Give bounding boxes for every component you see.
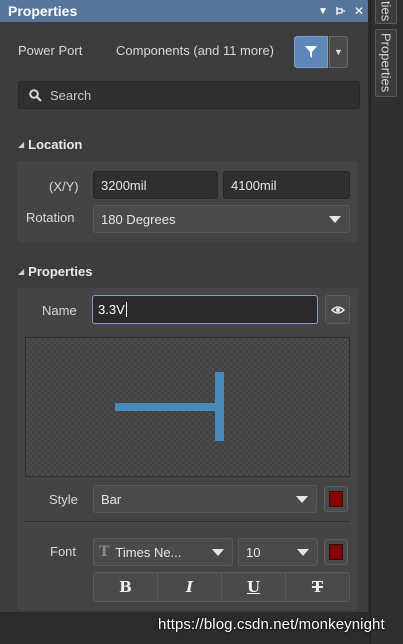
font-type-icon: T bbox=[99, 544, 110, 560]
style-color-button[interactable] bbox=[324, 486, 348, 512]
rotation-select[interactable]: 180 Degrees bbox=[93, 205, 350, 233]
symbol-preview bbox=[25, 337, 350, 477]
italic-button[interactable]: I bbox=[158, 573, 222, 601]
filter-icon bbox=[305, 46, 317, 58]
panel-title-bar: Properties ▼ ✕ bbox=[0, 0, 368, 22]
x-position-field[interactable]: 3200mil bbox=[93, 171, 218, 199]
chevron-down-icon: ▼ bbox=[334, 47, 343, 57]
dock-strip: ties Properties bbox=[370, 0, 403, 644]
y-position-value: 4100mil bbox=[231, 177, 277, 193]
filter-button[interactable] bbox=[294, 36, 328, 68]
dock-tab-partial[interactable]: ties bbox=[375, 0, 397, 24]
dock-tab-properties-label: Properties bbox=[378, 33, 394, 93]
bold-button[interactable]: B bbox=[94, 573, 158, 601]
properties-section-title: Properties bbox=[28, 264, 93, 279]
divider bbox=[25, 521, 350, 522]
style-label: Style bbox=[49, 492, 78, 507]
font-color-button[interactable] bbox=[324, 539, 348, 565]
collapse-triangle-icon: ◢ bbox=[18, 140, 25, 149]
text-caret bbox=[125, 302, 127, 317]
collapse-triangle-icon: ◢ bbox=[18, 267, 25, 276]
filter-dropdown-button[interactable]: ▼ bbox=[329, 36, 348, 68]
xy-label: (X/Y) bbox=[49, 179, 79, 194]
style-select[interactable]: Bar bbox=[93, 485, 317, 513]
font-label: Font bbox=[50, 544, 77, 559]
location-section-title: Location bbox=[28, 137, 83, 152]
font-size-value: 10 bbox=[246, 544, 261, 560]
properties-panel: Properties ▼ ✕ Power Port Components (an… bbox=[0, 0, 368, 612]
font-size-select[interactable]: 10 bbox=[238, 538, 318, 566]
name-value: 3.3V bbox=[98, 302, 125, 317]
chevron-down-icon bbox=[329, 216, 341, 223]
power-port-bar-symbol bbox=[115, 372, 224, 441]
filter-summary-label: Components (and 11 more) bbox=[116, 43, 275, 58]
close-icon[interactable]: ✕ bbox=[350, 0, 368, 22]
font-family-value: Times Ne... bbox=[115, 544, 182, 560]
y-position-field[interactable]: 4100mil bbox=[223, 171, 350, 199]
x-position-value: 3200mil bbox=[101, 177, 147, 193]
visibility-toggle-button[interactable] bbox=[325, 295, 350, 324]
search-placeholder: Search bbox=[50, 87, 92, 103]
underline-button[interactable]: U bbox=[222, 573, 286, 601]
style-value: Bar bbox=[101, 491, 122, 507]
pin-icon[interactable] bbox=[332, 0, 350, 22]
chevron-down-icon bbox=[296, 496, 308, 503]
rotation-value: 180 Degrees bbox=[101, 211, 176, 227]
strikethrough-button[interactable]: T bbox=[286, 573, 349, 601]
search-input[interactable]: Search bbox=[18, 81, 360, 109]
name-input[interactable]: 3.3V bbox=[92, 295, 318, 324]
name-label: Name bbox=[42, 303, 77, 318]
panel-title: Properties bbox=[8, 3, 78, 19]
panel-menu-dropdown-icon[interactable]: ▼ bbox=[314, 0, 332, 22]
search-icon bbox=[29, 88, 42, 102]
dock-tab-partial-label: ties bbox=[378, 0, 394, 22]
chevron-down-icon bbox=[297, 549, 309, 556]
eye-icon bbox=[330, 305, 345, 314]
dock-tab-properties[interactable]: Properties bbox=[375, 29, 397, 97]
style-color-swatch bbox=[329, 491, 343, 507]
object-type-label: Power Port bbox=[18, 43, 83, 58]
rotation-label: Rotation bbox=[26, 210, 75, 225]
font-color-swatch bbox=[329, 544, 343, 560]
watermark: https://blog.csdn.net/monkeynight bbox=[158, 616, 385, 633]
properties-section-header[interactable]: ◢ Properties bbox=[18, 264, 92, 279]
location-section-header[interactable]: ◢ Location bbox=[18, 137, 82, 152]
font-format-toolbar: B I U T bbox=[93, 572, 350, 602]
font-family-select[interactable]: T Times Ne... bbox=[93, 538, 233, 566]
chevron-down-icon bbox=[212, 549, 224, 556]
